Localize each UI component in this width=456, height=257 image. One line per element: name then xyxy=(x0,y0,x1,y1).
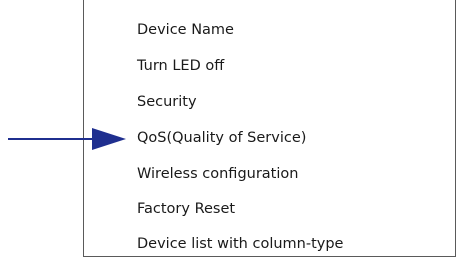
menu-item-device-name[interactable]: Device Name xyxy=(137,22,234,39)
menu-item-device-list-column-type[interactable]: Device list with column-type xyxy=(137,236,343,253)
menu-item-factory-reset[interactable]: Factory Reset xyxy=(137,201,235,218)
context-menu: Device Name Turn LED off Security QoS(Qu… xyxy=(83,0,456,257)
menu-item-qos[interactable]: QoS(Quality of Service) xyxy=(137,130,306,147)
menu-item-security[interactable]: Security xyxy=(137,94,197,111)
menu-item-wireless-configuration[interactable]: Wireless configuration xyxy=(137,166,298,183)
menu-item-turn-led-off[interactable]: Turn LED off xyxy=(137,58,224,75)
